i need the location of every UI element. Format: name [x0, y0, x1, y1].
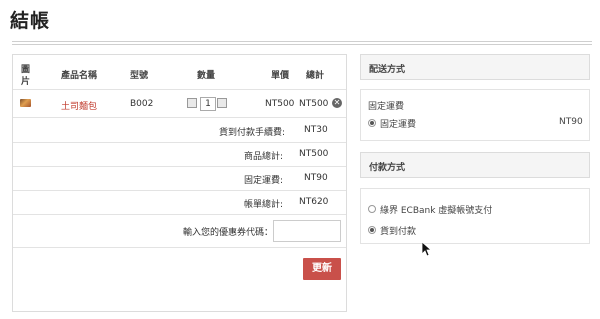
header-image-2: 片 — [21, 77, 31, 87]
payment-method-header: 付款方式 — [360, 152, 590, 178]
shipping-option-radio[interactable] — [368, 119, 376, 127]
summary-label-subtotal: 商品總計: — [244, 152, 284, 162]
summary-label-grand-total: 帳單總計: — [244, 200, 284, 210]
product-thumbnail[interactable] — [20, 99, 31, 107]
payment-option-radio-ecbank[interactable] — [368, 205, 376, 213]
shipping-method-panel: 固定運費 固定運費 NT90 — [360, 89, 590, 141]
summary-value-grand-total: NT620 — [299, 197, 329, 207]
product-model: B002 — [130, 99, 154, 109]
product-name-link[interactable]: 土司麵包 — [61, 99, 97, 112]
product-unit-price: NT500 — [265, 99, 295, 109]
page-title: 結帳 — [10, 10, 51, 32]
shipping-option-label[interactable]: 固定運費 — [380, 117, 416, 130]
shipping-option-price: NT90 — [559, 117, 583, 127]
header-unit-price: 單價 — [271, 71, 290, 81]
summary-value-cod-fee: NT30 — [304, 125, 328, 135]
coupon-divider — [13, 247, 346, 248]
shipping-method-heading: 配送方式 — [369, 65, 406, 75]
payment-method-heading: 付款方式 — [369, 163, 406, 173]
payment-option-radio-cod[interactable] — [368, 226, 376, 234]
summary-divider — [13, 166, 346, 167]
cart-table: 圖 片 產品名稱 型號 數量 單價 總計 土司麵包 B002 1 NT500 N… — [12, 54, 347, 312]
payment-option-cod[interactable]: 貨到付款 — [380, 224, 416, 237]
header-quantity: 數量 — [197, 71, 216, 81]
item-divider — [13, 117, 346, 118]
summary-divider — [13, 190, 346, 191]
summary-divider — [13, 142, 346, 143]
header-divider — [13, 89, 346, 90]
summary-label-cod-fee: 貨到付款手續費: — [219, 128, 286, 138]
summary-value-shipping: NT90 — [304, 173, 328, 183]
payment-method-panel: 綠界 ECBank 虛擬帳號支付 貨到付款 — [360, 188, 590, 244]
product-total: NT500 — [299, 99, 329, 109]
quantity-input[interactable]: 1 — [200, 97, 216, 111]
header-product-name: 產品名稱 — [61, 71, 98, 81]
header-total: 總計 — [306, 71, 325, 81]
quantity-decrease-button[interactable] — [187, 98, 197, 108]
summary-label-shipping: 固定運費: — [244, 176, 284, 186]
summary-value-subtotal: NT500 — [299, 149, 329, 159]
coupon-input[interactable] — [273, 220, 341, 242]
header-model: 型號 — [130, 71, 149, 81]
mouse-cursor-icon — [422, 242, 432, 257]
update-button[interactable]: 更新 — [303, 258, 341, 280]
payment-option-ecbank[interactable]: 綠界 ECBank 虛擬帳號支付 — [380, 203, 492, 216]
summary-divider — [13, 214, 346, 215]
remove-item-icon[interactable]: ✕ — [332, 98, 342, 108]
title-divider — [12, 41, 592, 42]
title-divider-2 — [12, 44, 592, 45]
shipping-method-header: 配送方式 — [360, 54, 590, 80]
quantity-increase-button[interactable] — [217, 98, 227, 108]
coupon-label: 輸入您的優惠券代碼： — [183, 228, 274, 238]
shipping-group-label: 固定運費 — [368, 102, 405, 112]
